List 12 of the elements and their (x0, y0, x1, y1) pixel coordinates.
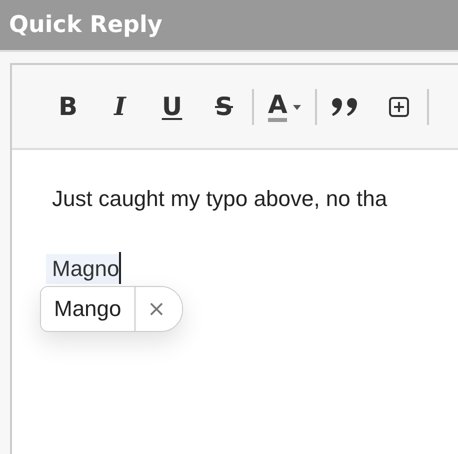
misspelled-word: Magno (46, 254, 120, 284)
strikethrough-button[interactable]: S (210, 88, 238, 124)
caret-icon (293, 105, 302, 110)
text-cursor (119, 252, 122, 284)
dismiss-button[interactable]: × (136, 287, 182, 331)
underline-button[interactable]: U (158, 88, 186, 124)
window-title: Quick Reply (9, 12, 162, 38)
italic-button[interactable]: I (106, 88, 134, 124)
message-text: Just caught my typo above, no tha (52, 186, 388, 212)
suggestion-button[interactable]: Mango (41, 287, 136, 331)
bold-button[interactable]: B (54, 88, 82, 124)
text-color-button[interactable]: A (268, 88, 302, 124)
